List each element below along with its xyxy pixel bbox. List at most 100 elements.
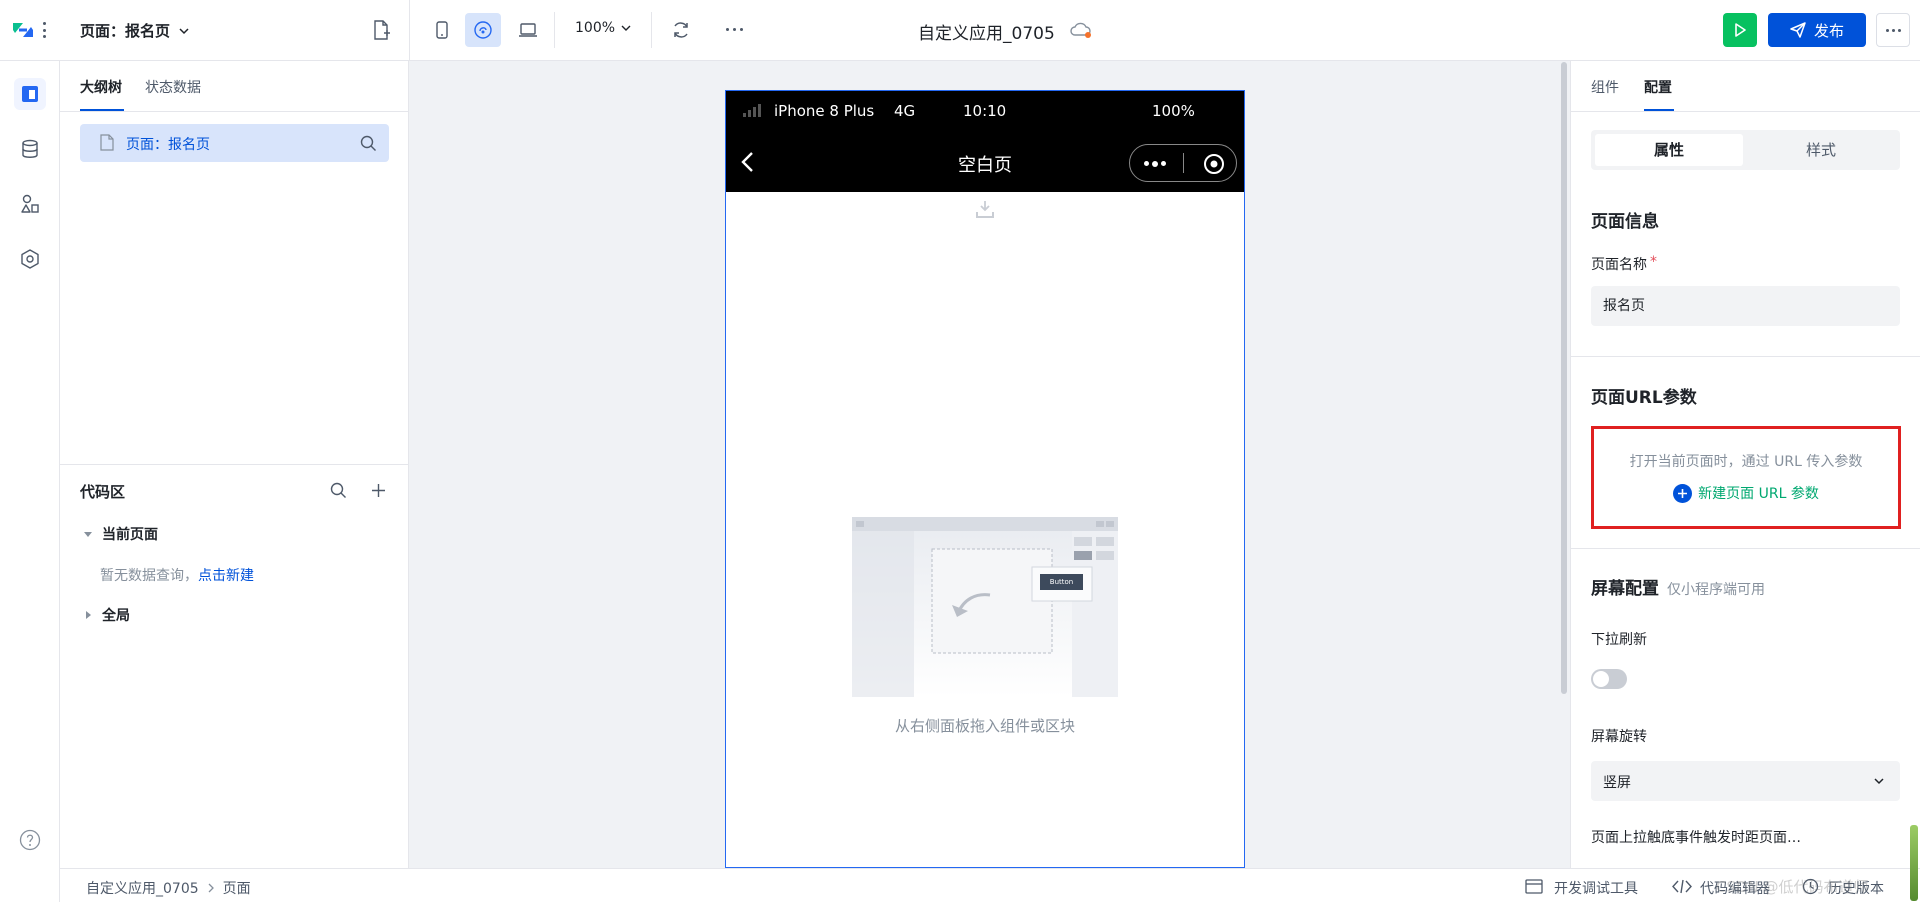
page-info-title: 页面信息 [1591,212,1659,232]
send-icon [1790,22,1806,38]
caret-right-icon [84,611,92,619]
page-file-icon [100,134,114,151]
status-time: 10:10 [963,102,1007,120]
mobile-device-icon[interactable] [428,16,456,44]
screen-config-note: 仅小程序端可用 [1667,582,1765,598]
signal-icon [743,103,765,117]
illustration-button: Button [1040,574,1083,590]
capsule-button[interactable] [1129,144,1237,182]
tab-outline-tree[interactable]: 大纲树 [80,77,122,97]
empty-query-text: 暂无数据查询， [100,568,198,584]
add-icon[interactable] [371,483,386,498]
more-actions-button[interactable] [1876,13,1910,47]
page-selector[interactable]: 页面：报名页 [80,20,190,41]
play-icon [1734,23,1746,37]
divider [554,12,555,48]
empty-hint-text: 从右侧面板拖入组件或区块 [894,717,1075,735]
volume-meter [1910,825,1918,901]
create-query-link[interactable]: 点击新建 [198,565,254,585]
database-icon[interactable] [14,133,46,165]
phone-preview[interactable]: iPhone 8 Plus 4G 10:10 100% 空白页 Button 从… [725,90,1245,868]
pull-refresh-toggle[interactable] [1591,669,1627,689]
breadcrumb-app[interactable]: 自定义应用_0705 [86,878,199,898]
publish-button[interactable]: 发布 [1768,13,1866,47]
tab-state-data[interactable]: 状态数据 [145,77,201,97]
close-target-icon[interactable] [1203,153,1225,175]
page-name-label-row: 页面名称 * [1591,254,1657,274]
left-panel: 大纲树 状态数据 页面：报名页 代码区 当前页面 暂无数据查询， 点击新建 全局 [60,61,409,868]
page-name-input[interactable]: 报名页 [1591,286,1900,326]
more-dots-icon[interactable] [1144,160,1166,167]
publish-label: 发布 [1813,21,1844,40]
desktop-device-icon[interactable] [514,16,542,44]
app-logo[interactable] [10,18,36,42]
empty-state-illustration: Button [852,517,1118,697]
chevron-down-icon [178,25,190,37]
status-battery: 100% [1152,102,1195,120]
settings-hexagon-icon[interactable] [14,243,46,275]
page-selector-label: 页面：报名页 [80,22,171,40]
chevron-down-icon [1873,776,1885,786]
outline-tree-item-page[interactable]: 页面：报名页 [80,124,389,162]
dev-tools-button[interactable]: 开发调试工具 [1554,878,1638,898]
search-icon[interactable] [360,135,377,152]
current-page-group[interactable]: 当前页面 [84,524,158,544]
screen-config-header: 屏幕配置 仅小程序端可用 [1591,574,1765,599]
right-panel: 组件 配置 属性 样式 页面信息 页面名称 * 报名页 页面URL参数 打开当前… [1570,61,1920,868]
chevron-right-icon [207,883,215,893]
empty-query-row: 暂无数据查询， 点击新建 [100,565,254,585]
left-icon-rail [0,61,60,902]
url-params-title: 页面URL参数 [1591,388,1697,408]
page-name-label: 页面名称 [1591,257,1647,273]
divider [1571,111,1920,112]
add-page-icon[interactable] [372,20,390,40]
reach-bottom-label: 页面上拉触底事件触发时距页面… [1591,830,1801,846]
top-toolbar: 页面：报名页 100% 自定义应用_0705 发布 [0,0,1920,61]
miniprogram-device-icon[interactable] [465,13,501,47]
chevron-down-icon [621,23,631,33]
zoom-selector[interactable]: 100% [575,20,631,36]
more-icon[interactable] [726,28,743,31]
rotation-select[interactable]: 竖屏 [1591,761,1900,801]
required-mark: * [1650,254,1657,270]
global-group[interactable]: 全局 [84,605,130,625]
phone-header: iPhone 8 Plus 4G 10:10 100% 空白页 [726,91,1244,192]
canvas-scrollbar[interactable] [1561,62,1567,694]
pull-refresh-label: 下拉刷新 [1591,632,1647,648]
bottom-status-bar: 自定义应用_0705 页面 开发调试工具 代码编辑器 历史版本 CSDN @低代… [60,825,1920,902]
more-vertical-icon[interactable] [40,19,48,41]
url-params-desc: 打开当前页面时，通过 URL 传入参数 [1629,454,1863,470]
new-url-param-button[interactable]: 新建页面 URL 参数 [1594,483,1898,503]
code-section-title: 代码区 [80,483,126,501]
segment-style[interactable]: 样式 [1747,134,1895,166]
segment-properties[interactable]: 属性 [1595,134,1743,166]
divider [1571,548,1920,549]
divider [409,0,410,61]
plus-circle-icon [1673,483,1693,503]
run-button[interactable] [1723,13,1757,47]
rotation-value: 竖屏 [1603,775,1631,791]
url-params-highlight-box: 打开当前页面时，通过 URL 传入参数 新建页面 URL 参数 [1591,426,1901,529]
rotation-label: 屏幕旋转 [1591,729,1647,745]
breadcrumb-page[interactable]: 页面 [223,878,251,898]
drop-here-icon [975,199,995,219]
global-label: 全局 [102,608,130,624]
new-url-param-label: 新建页面 URL 参数 [1698,486,1819,502]
code-icon [1672,879,1692,894]
search-icon[interactable] [330,482,347,499]
watermark: CSDN @低代码布道师 [1716,878,1869,896]
help-icon[interactable] [14,824,46,856]
refresh-icon[interactable] [671,20,691,40]
tab-config[interactable]: 配置 [1644,77,1672,97]
tab-components[interactable]: 组件 [1591,77,1619,97]
components-icon[interactable] [14,188,46,220]
toggle-knob [1593,671,1609,687]
caret-down-icon [84,530,92,538]
outline-tree-item-label: 页面：报名页 [126,137,210,153]
cloud-sync-icon [1070,21,1092,39]
divider [651,12,652,48]
dev-tools-icon [1525,879,1543,894]
zoom-value: 100% [575,20,616,36]
breadcrumb: 自定义应用_0705 页面 [86,878,251,898]
outline-icon[interactable] [14,78,46,110]
